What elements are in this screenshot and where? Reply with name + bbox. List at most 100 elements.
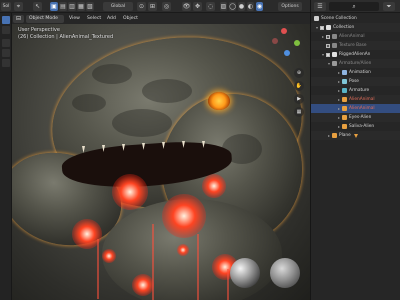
rotate-icon[interactable]: [2, 49, 10, 57]
view-perspective-label: User Perspective: [18, 27, 60, 33]
camera-view-icon[interactable]: ▶: [294, 94, 304, 104]
gizmo-neg-x-axis[interactable]: [272, 38, 278, 44]
modifier-icon: [353, 133, 358, 138]
mode-dropdown[interactable]: Object Mode: [26, 14, 64, 23]
menu-view[interactable]: View: [66, 15, 83, 23]
overlay-icon[interactable]: ◌: [206, 2, 215, 11]
light-wire: [197, 234, 199, 300]
select-extend-icon[interactable]: ▤: [59, 2, 67, 11]
light-wire: [227, 269, 229, 300]
select-intersect-icon[interactable]: ▧: [86, 2, 94, 11]
outliner-row-alienanimal-mesh-1[interactable]: ▸ AlienAnimal: [311, 95, 400, 104]
gizmo-x-axis[interactable]: [281, 28, 287, 34]
display-mode-icon[interactable]: ☰: [314, 2, 326, 11]
editor-menu-icon[interactable]: ⊟: [13, 14, 24, 23]
editor-type-label: Sol: [2, 4, 10, 9]
cursor-tool-icon[interactable]: ↖: [33, 2, 42, 11]
scale-texture: [92, 64, 132, 84]
red-light: [162, 194, 206, 238]
menu-select[interactable]: Select: [84, 15, 104, 23]
filter-icon[interactable]: ⏷: [383, 2, 395, 11]
armature-data-icon: [342, 88, 347, 93]
cursor-icon[interactable]: [2, 26, 10, 34]
mode-label: Object Mode: [29, 16, 58, 21]
menu-object[interactable]: Object: [120, 15, 141, 23]
outliner-row-alienanimal-collection[interactable]: ▸ AlienAnimal: [311, 32, 400, 41]
mesh-icon: [342, 124, 347, 129]
grid-ortho-icon[interactable]: ▦: [294, 107, 304, 117]
outliner-row-texture-base[interactable]: Texture Base: [311, 41, 400, 50]
transform-orientation-label: Global: [110, 4, 126, 9]
outliner-search-input[interactable]: ⌕: [329, 2, 379, 11]
red-light: [132, 274, 154, 296]
select-tool-icon[interactable]: ⌖: [14, 2, 23, 11]
outliner-row-label: RiggedAlienAn: [339, 52, 371, 57]
visibility-icon[interactable]: 👁: [182, 2, 191, 11]
mesh-icon: [342, 106, 347, 111]
options-label: Options: [281, 4, 299, 9]
outliner-row-collection[interactable]: ▾ Collection: [311, 23, 400, 32]
outliner-row-label: Armature/Alien: [339, 61, 372, 66]
collection-icon: [332, 43, 337, 48]
outliner-row-label: AlienAnimal: [349, 97, 375, 102]
outliner-row-pose[interactable]: ▸ Pose: [311, 77, 400, 86]
xray-icon[interactable]: ▨: [220, 2, 227, 11]
select-box-icon[interactable]: ▣: [50, 2, 58, 11]
exclude-checkbox[interactable]: [326, 34, 330, 39]
outliner-panel: ☰ ⌕ ⏷ Scene Collection ▾ Collection ▸ Al…: [310, 0, 400, 300]
creature-eye: [208, 92, 230, 110]
outliner-row-label: Scene Collection: [321, 16, 357, 21]
scale-texture: [72, 94, 106, 112]
outliner-row-label: AlienAnimal: [339, 34, 365, 39]
select-tool-icon[interactable]: [2, 16, 10, 24]
outliner-row-armature-alien[interactable]: ▾ Armature/Alien: [311, 59, 400, 68]
outliner-row-animation[interactable]: ▸ Animation: [311, 68, 400, 77]
scale-texture: [112, 109, 172, 137]
options-button[interactable]: Options: [278, 2, 302, 11]
solid-shading-icon[interactable]: ●: [238, 2, 245, 11]
rendered-shading-icon[interactable]: ◉: [256, 2, 263, 11]
light-wire: [97, 239, 99, 299]
red-light: [102, 249, 116, 263]
select-subtract-icon[interactable]: ▥: [68, 2, 76, 11]
outliner-row-armature[interactable]: ▸ Armature: [311, 86, 400, 95]
gizmo-z-axis[interactable]: [284, 50, 290, 56]
gizmo-y-axis[interactable]: [294, 40, 300, 46]
zoom-icon[interactable]: ⊕: [294, 68, 304, 78]
outliner-row-label: Texture Base: [339, 43, 367, 48]
move-icon[interactable]: [2, 39, 10, 47]
outliner-row-scene-collection[interactable]: Scene Collection: [311, 14, 400, 23]
pivot-point-icon[interactable]: ⊙: [137, 2, 146, 11]
pose-icon: [342, 79, 347, 84]
viewport-header: ⊟ Object Mode View Select Add Object: [0, 13, 310, 24]
outliner-row-alienanimal-mesh-2[interactable]: ▸ AlienAnimal: [311, 104, 400, 113]
exclude-checkbox[interactable]: [326, 52, 330, 57]
outliner-row-saliva-alien[interactable]: ▸ Saliva-Alien: [311, 122, 400, 131]
gizmo-icon[interactable]: ✥: [193, 2, 202, 11]
menu-add[interactable]: Add: [104, 15, 119, 23]
material-shading-icon[interactable]: ◐: [247, 2, 254, 11]
collection-icon: [332, 34, 337, 39]
select-invert-icon[interactable]: ▦: [77, 2, 85, 11]
wireframe-shading-icon[interactable]: ◯: [229, 2, 236, 11]
scale-icon[interactable]: [2, 59, 10, 67]
editor-type-button[interactable]: Sol: [1, 2, 11, 11]
menu-select-label: Select: [87, 16, 102, 21]
exclude-checkbox[interactable]: [320, 25, 324, 30]
hand-pan-icon[interactable]: ✋: [294, 81, 304, 91]
red-light: [112, 174, 148, 210]
outliner-row-riggedalien[interactable]: ▾ RiggedAlienAn: [311, 50, 400, 59]
proportional-edit-icon[interactable]: ◎: [162, 2, 171, 11]
outliner-row-plane[interactable]: ▸ Plane: [311, 131, 400, 140]
outliner-row-eyes-alien[interactable]: ▸ Eyes-Alien: [311, 113, 400, 122]
snap-icon[interactable]: ⊞: [148, 2, 157, 11]
menu-object-label: Object: [123, 16, 138, 21]
mesh-icon: [342, 97, 347, 102]
mesh-icon: [332, 133, 337, 138]
outliner-row-label: Saliva-Alien: [349, 124, 375, 129]
transform-orientation-dropdown[interactable]: Global: [103, 2, 133, 11]
menu-add-label: Add: [107, 16, 116, 21]
menu-view-label: View: [69, 16, 80, 21]
3d-viewport[interactable]: User Perspective (26) Collection | Alien…: [12, 24, 310, 300]
exclude-checkbox[interactable]: [326, 43, 330, 48]
